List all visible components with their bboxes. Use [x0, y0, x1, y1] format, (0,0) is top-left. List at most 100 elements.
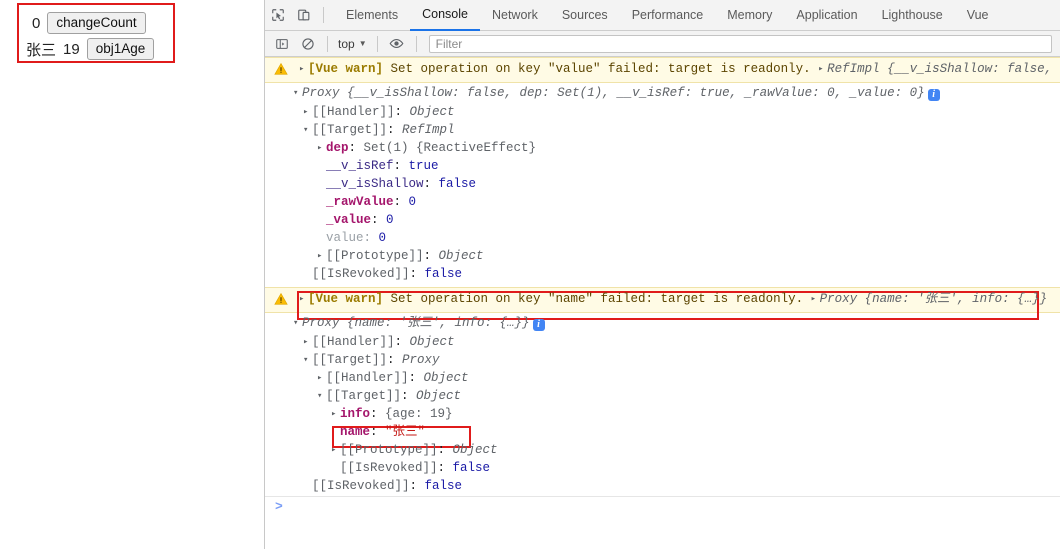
tree-row[interactable]: ▸ [[Handler]]: Object	[265, 333, 1060, 351]
expand-arrow-handler[interactable]: ▸	[303, 333, 312, 351]
property-value: 0	[408, 195, 417, 209]
collapse-arrow-proxy-1[interactable]: ▾	[293, 84, 302, 102]
property-sep: :	[423, 177, 439, 191]
property-sep: :	[370, 425, 386, 439]
live-expression-icon[interactable]	[384, 31, 410, 57]
property-sep: :	[394, 335, 410, 349]
property-value: Proxy	[402, 353, 440, 367]
collapse-arrow-inner-target[interactable]: ▾	[317, 387, 326, 405]
tree-row-info[interactable]: ▸ info: {age: 19}	[265, 405, 1060, 423]
console-object-group-2[interactable]: ▾ Proxy {name: '张三', info: {…}} i ▸ [[Handl…	[265, 313, 1060, 496]
expand-arrow-warning-2[interactable]: ▸	[299, 290, 308, 308]
property-value: {age: 19}	[385, 407, 453, 421]
filter-box[interactable]	[428, 34, 1052, 53]
property-key: _value	[326, 213, 372, 227]
console-warning-message-1[interactable]: ▸ [Vue warn] Set operation on key "value"…	[265, 57, 1060, 83]
tab-sources[interactable]: Sources	[550, 0, 620, 31]
tab-performance[interactable]: Performance	[620, 0, 716, 31]
property-sep: :	[409, 267, 425, 281]
collapse-arrow-target[interactable]: ▾	[303, 121, 312, 139]
person-age-value: 19	[63, 40, 80, 58]
tree-row: __v_isRef: true	[265, 157, 1060, 175]
property-sep: :	[387, 123, 403, 137]
change-count-button[interactable]: changeCount	[47, 12, 146, 34]
obj1-age-button[interactable]: obj1Age	[86, 38, 155, 60]
expand-arrow-prototype[interactable]: ▸	[331, 441, 340, 459]
expand-arrow-handler[interactable]: ▸	[303, 103, 312, 121]
warning-2-header[interactable]: ▸ [Vue warn] Set operation on key "name" …	[265, 290, 1060, 309]
console-warning-message-2[interactable]: ▸ [Vue warn] Set operation on key "name" …	[265, 287, 1060, 320]
warning-2-preview-class: Proxy	[819, 292, 858, 306]
property-value: Object	[416, 389, 462, 403]
tab-vue[interactable]: Vue	[955, 0, 1001, 31]
property-value: Object	[423, 371, 469, 385]
tree-row[interactable]: ▸ [[Prototype]]: Object	[265, 441, 1060, 459]
tree-row[interactable]: ▾ [[Target]]: Proxy	[265, 351, 1060, 369]
console-prompt[interactable]: >	[265, 496, 1060, 517]
toolbar-divider-4	[415, 35, 417, 52]
collapse-arrow-proxy-2[interactable]: ▾	[293, 314, 302, 332]
tab-console[interactable]: Console	[410, 0, 480, 31]
tree-row: _rawValue: 0	[265, 193, 1060, 211]
property-sep: :	[371, 213, 387, 227]
execution-context-label: top	[338, 36, 355, 51]
tab-lighthouse[interactable]: Lighthouse	[870, 0, 955, 31]
warning-1-preview-body: {__v_isShallow: false, dep:	[887, 62, 1060, 76]
property-sep: :	[370, 407, 386, 421]
tab-network[interactable]: Network	[480, 0, 550, 31]
clear-console-icon[interactable]	[295, 31, 321, 57]
tree-row: _value: 0	[265, 211, 1060, 229]
proxy-1-header[interactable]: ▾ Proxy {__v_isShallow: false, dep: Set(1…	[265, 84, 1060, 103]
property-key: [[Handler]]	[326, 371, 409, 385]
console-output[interactable]: ▸ [Vue warn] Set operation on key "value"…	[265, 57, 1060, 549]
warning-triangle-icon	[274, 292, 288, 312]
tree-row[interactable]: ▸ [[Handler]]: Object	[265, 103, 1060, 121]
property-value: false	[424, 479, 463, 493]
warning-2-tag: [Vue warn]	[308, 292, 384, 306]
warning-1-text: Set operation on key "value" failed: tar…	[383, 62, 811, 76]
property-value: true	[408, 159, 439, 173]
collapse-arrow-target[interactable]: ▾	[303, 351, 312, 369]
property-value: 0	[378, 231, 387, 245]
inspect-element-icon[interactable]	[265, 2, 291, 28]
property-value: 0	[386, 213, 394, 227]
tab-elements[interactable]: Elements	[334, 0, 410, 31]
property-key: [[Target]]	[312, 353, 388, 367]
property-value: Object	[452, 443, 498, 457]
tree-row[interactable]: ▾ [[Target]]: RefImpl	[265, 121, 1060, 139]
tree-row[interactable]: ▾ [[Target]]: Object	[265, 387, 1060, 405]
screenshot-root: 0 changeCount 张三 19 obj1Age Elements Con…	[0, 0, 1060, 549]
info-badge-icon-2[interactable]: i	[532, 319, 545, 331]
toolbar-divider-2	[327, 35, 328, 52]
filter-input[interactable]	[429, 35, 1051, 52]
tab-memory[interactable]: Memory	[715, 0, 784, 31]
console-toolbar: top ▼	[265, 31, 1060, 57]
property-value: false	[452, 461, 491, 475]
execution-context-selector[interactable]: top ▼	[334, 37, 371, 51]
expand-arrow-dep[interactable]: ▸	[317, 139, 326, 157]
tree-row[interactable]: ▸ [[Prototype]]: Object	[265, 247, 1060, 265]
warning-2-text: Set operation on key "name" failed: targ…	[383, 292, 804, 306]
device-toolbar-icon[interactable]	[291, 2, 317, 28]
proxy-2-preview: {name: '张三', info: {…}}	[347, 316, 530, 330]
tree-row: name: "张三"	[265, 423, 1060, 441]
expand-arrow-warning-1-preview[interactable]: ▸	[818, 60, 827, 78]
property-key: _rawValue	[326, 195, 394, 209]
tree-row[interactable]: ▸ [[Handler]]: Object	[265, 369, 1060, 387]
proxy-2-header[interactable]: ▾ Proxy {name: '张三', info: {…}} i	[265, 314, 1060, 333]
warning-2-preview-body: {name: '张三', info: {…}}	[864, 292, 1048, 306]
property-key: __v_isShallow	[326, 177, 424, 191]
expand-arrow-inner-handler[interactable]: ▸	[317, 369, 326, 387]
expand-arrow-info[interactable]: ▸	[331, 405, 340, 423]
tab-application[interactable]: Application	[784, 0, 869, 31]
expand-arrow-warning-1[interactable]: ▸	[299, 60, 308, 78]
console-sidebar-icon[interactable]	[269, 31, 295, 57]
warning-1-preview-class: RefImpl	[827, 62, 880, 76]
info-badge-icon-1[interactable]: i	[927, 89, 940, 101]
console-object-group-1[interactable]: ▾ Proxy {__v_isShallow: false, dep: Set(1…	[265, 83, 1060, 284]
tree-row[interactable]: ▸ dep: Set(1) {ReactiveEffect}	[265, 139, 1060, 157]
expand-arrow-warning-2-preview[interactable]: ▸	[811, 290, 820, 308]
expand-arrow-prototype[interactable]: ▸	[317, 247, 326, 265]
warning-1-header[interactable]: ▸ [Vue warn] Set operation on key "value"…	[265, 60, 1060, 79]
property-key: dep	[326, 141, 349, 155]
